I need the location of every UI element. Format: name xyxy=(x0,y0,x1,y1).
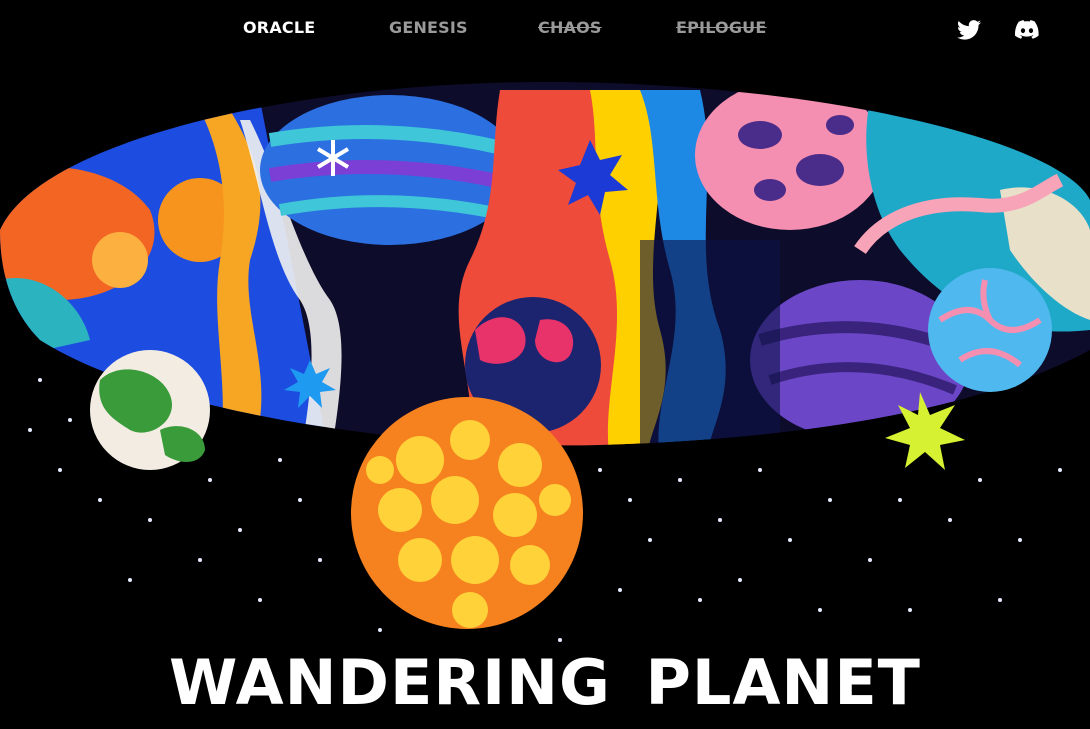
twitter-icon[interactable] xyxy=(957,20,981,40)
page: ORACLE GENESIS CHAOS EPILOGUE WANDERING … xyxy=(0,0,1090,729)
nav-chaos[interactable]: CHAOS xyxy=(538,18,602,37)
nav-genesis[interactable]: GENESIS xyxy=(389,18,468,37)
light-blue-planet xyxy=(928,268,1052,392)
hero-illustration xyxy=(0,81,1090,642)
nav-epilogue[interactable]: EPILOGUE xyxy=(676,18,767,37)
discord-icon[interactable] xyxy=(1015,20,1039,40)
page-title: WANDERING PLANET xyxy=(169,646,921,719)
top-navigation: ORACLE GENESIS CHAOS EPILOGUE xyxy=(0,18,1090,42)
nav-oracle[interactable]: ORACLE xyxy=(243,18,315,37)
